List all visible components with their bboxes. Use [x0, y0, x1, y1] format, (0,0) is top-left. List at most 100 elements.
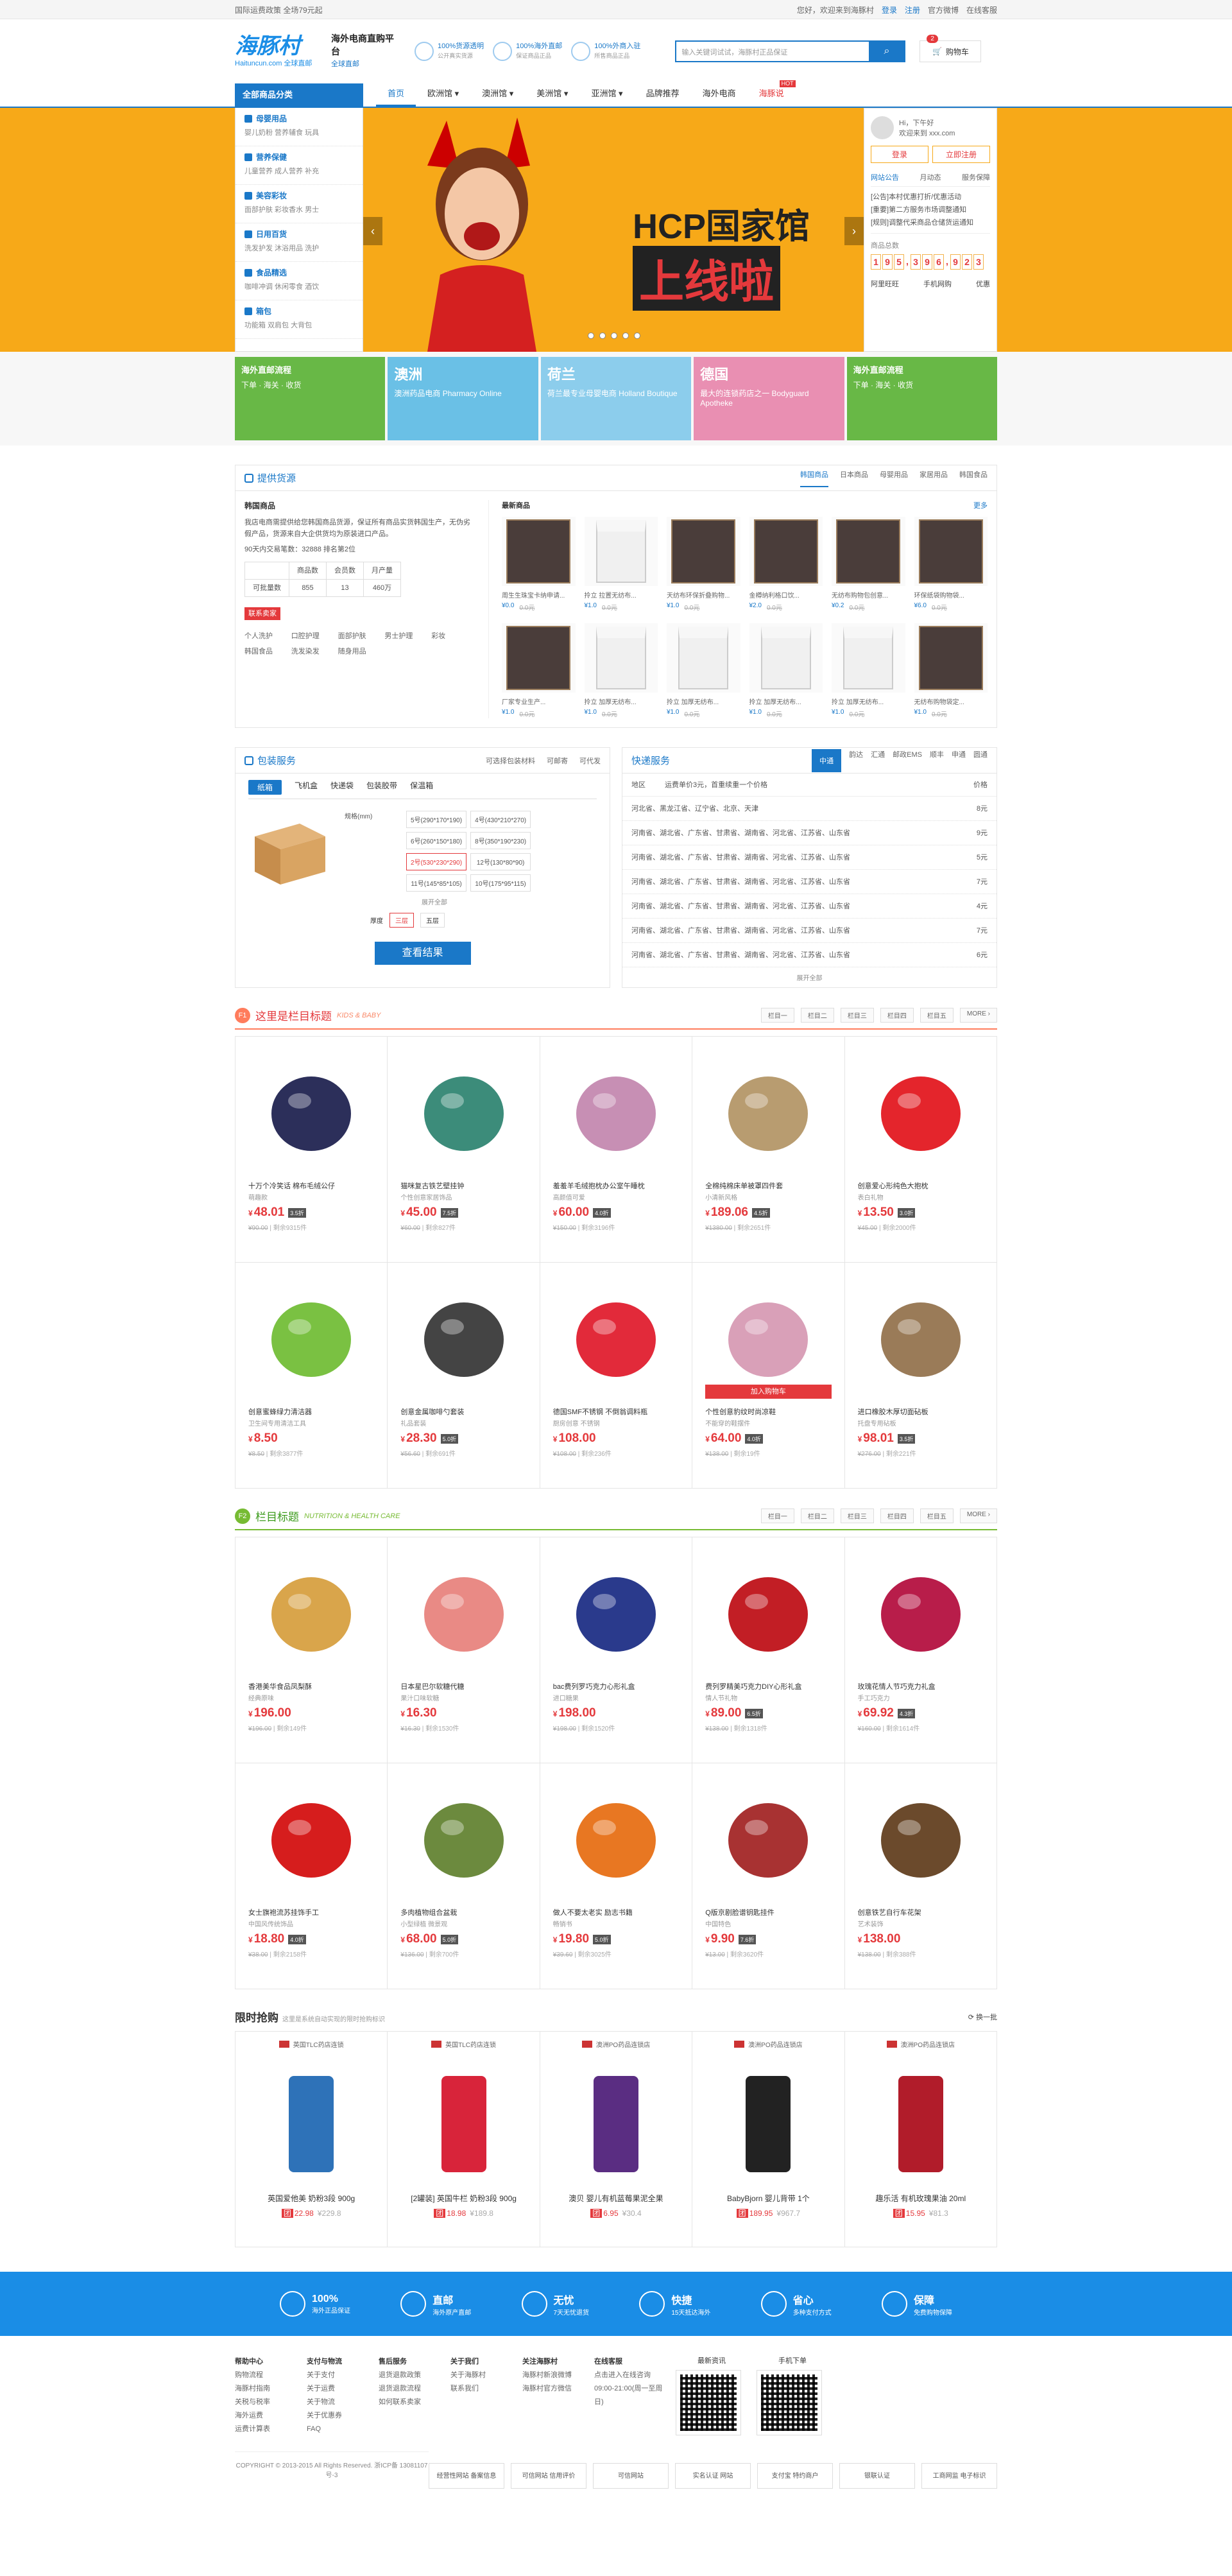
courier-tab[interactable]: 申通 — [952, 749, 966, 772]
footer-link[interactable]: 海外运费 — [235, 2409, 307, 2423]
product-image[interactable] — [749, 517, 823, 586]
nav-haitunshuo[interactable]: 海豚说 HOT — [748, 80, 796, 107]
register-link[interactable]: 注册 — [905, 4, 920, 15]
footer-link[interactable]: 09:00-21:00(周一至周日) — [594, 2382, 666, 2409]
product-image[interactable] — [584, 517, 658, 586]
product-name[interactable]: Q版京剧脸谱钥匙挂件 — [705, 1907, 831, 1917]
product-image[interactable] — [858, 1275, 984, 1397]
latest-product[interactable]: 天纺布环保折叠购物... ¥1.0 0.0元 — [667, 517, 740, 612]
product-image[interactable] — [705, 1550, 831, 1672]
size-option[interactable]: 11号(145*85*105) — [406, 874, 467, 892]
qr-code[interactable] — [757, 2370, 822, 2435]
supply-tab[interactable]: 日本商品 — [840, 469, 868, 487]
pack-tab[interactable]: 飞机盒 — [295, 780, 318, 795]
pack-tab[interactable]: 快递袋 — [330, 780, 354, 795]
product-name[interactable]: [2罐装] 英国牛栏 奶粉3段 900g — [395, 2193, 531, 2204]
floor-link[interactable]: 栏目一 — [760, 1008, 794, 1023]
product-name[interactable]: 无纺布购物袋定... — [914, 696, 988, 706]
panel-login-button[interactable]: 登录 — [871, 146, 928, 163]
product-name[interactable]: 环保纸袋购物袋... — [914, 590, 988, 600]
footer-link[interactable]: 关于海豚村 — [450, 2369, 522, 2382]
product-card[interactable]: 多肉植物组合盆栽小型绿植 微景观 68.005.0折 ¥136.00 | 剩余700… — [388, 1763, 540, 1989]
courier-tab[interactable]: 汇通 — [871, 749, 885, 772]
floor-link[interactable]: 栏目三 — [840, 1508, 874, 1523]
courier-tab[interactable]: 顺丰 — [930, 749, 944, 772]
cert-badge[interactable]: 银联认证 — [839, 2463, 915, 2489]
cert-badge[interactable]: 经营性网站 备案信息 — [429, 2463, 504, 2489]
product-image[interactable] — [584, 623, 658, 693]
floor-link[interactable]: 栏目二 — [800, 1008, 834, 1023]
product-card[interactable]: 费列罗精美巧克力DIY心形礼盒情人节礼物 89.006.5折 ¥138.00 | 剩… — [692, 1537, 845, 1763]
floor-link[interactable]: 栏目三 — [840, 1008, 874, 1023]
footer-link[interactable]: 关于支付 — [307, 2369, 379, 2382]
product-card[interactable]: 创意金属咖啡勺套装礼品套装 28.305.0折 ¥56.60 | 剩余691件 — [388, 1263, 540, 1489]
product-image[interactable] — [700, 2057, 836, 2185]
latest-product[interactable]: 拎立 加厚无纺布... ¥1.0 0.0元 — [584, 623, 658, 718]
product-name[interactable]: 金樽纳利格口饮... — [749, 590, 823, 600]
product-name[interactable]: 澳贝 婴儿有机蓝莓果泥全果 — [548, 2193, 684, 2204]
product-name[interactable]: 十万个冷笑话 棉布毛绒公仔 — [248, 1180, 374, 1191]
product-card[interactable]: 创意爱心形纯色大抱枕表白礼物 13.503.0折 ¥45.00 | 剩余2000件 — [844, 1037, 997, 1263]
product-card[interactable]: bac费列罗巧克力心形礼盒进口糖果 198.00 ¥198.00 | 剩余1520件 — [540, 1537, 693, 1763]
flash-item[interactable]: 英国TLC药店连锁 英国爱他美 奶粉3段 900g 团 22.98 ¥229.8 — [235, 2032, 388, 2247]
login-link[interactable]: 登录 — [882, 4, 897, 15]
footer-link[interactable]: 关于优惠券 — [307, 2409, 379, 2423]
nav-brands[interactable]: 品牌推荐 — [635, 83, 691, 107]
product-name[interactable]: 拎立 加厚无纺布... — [832, 696, 905, 706]
service-item[interactable]: 直邮 海外原产直邮 — [400, 2291, 471, 2317]
product-card[interactable]: 十万个冷笑话 棉布毛绒公仔萌趣款 48.013.5折 ¥90.00 | 剩余9315… — [235, 1037, 388, 1263]
product-image[interactable] — [248, 1776, 374, 1898]
product-image[interactable] — [400, 1550, 526, 1672]
pack-tab[interactable]: 包装胶带 — [366, 780, 397, 795]
footer-link[interactable]: 联系我们 — [450, 2382, 522, 2396]
tag-link[interactable]: 彩妆 — [431, 630, 475, 642]
dot[interactable] — [599, 333, 606, 339]
floor-link[interactable]: 栏目四 — [880, 1508, 914, 1523]
product-image[interactable] — [548, 2057, 684, 2185]
service-item[interactable]: 无忧 7天无忧退货 — [521, 2291, 589, 2317]
dot[interactable] — [588, 333, 594, 339]
product-image[interactable] — [400, 1050, 526, 1171]
product-card[interactable]: 香港美华食品凤梨酥经典原味 196.00 ¥196.00 | 剩余149件 — [235, 1537, 388, 1763]
product-name[interactable]: 创意金属咖啡勺套装 — [400, 1406, 526, 1417]
product-card[interactable]: 日本星巴尔软糖代糖果汁口味软糖 16.30 ¥16.30 | 剩余1530件 — [388, 1537, 540, 1763]
flash-item[interactable]: 澳洲PO药品连锁店 澳贝 婴儿有机蓝莓果泥全果团 6.95 ¥30.4 — [540, 2032, 693, 2247]
tab-guarantee[interactable]: 服务保障 — [962, 172, 990, 182]
contact-seller-button[interactable]: 联系卖家 — [244, 607, 280, 620]
nav-home[interactable]: 首页 — [376, 83, 416, 107]
tag-link[interactable]: 个人洗护 — [244, 630, 289, 642]
footer-link[interactable]: 购物流程 — [235, 2369, 307, 2382]
footer-link[interactable]: 退货退款流程 — [379, 2382, 450, 2396]
courier-tab[interactable]: 中通 — [812, 748, 842, 772]
category-block[interactable]: 营养保健 儿童营养 成人营养 补充 — [235, 146, 363, 185]
latest-product[interactable]: 拎立 加厚无纺布... ¥1.0 0.0元 — [832, 623, 905, 718]
latest-product[interactable]: 无纺布购物包创意... ¥0.2 0.0元 — [832, 517, 905, 612]
product-card[interactable]: 加入购物车个性创意豹纹时尚凉鞋不能穿的鞋摆件 64.004.0折 ¥138.00 |… — [692, 1263, 845, 1489]
supply-tab[interactable]: 韩国食品 — [959, 469, 988, 487]
product-card[interactable]: 全棉纯棉床单被罩四件套小清新风格 189.06 4.5折 ¥1380.00 | 剩余2… — [692, 1037, 845, 1263]
product-image[interactable] — [553, 1050, 679, 1171]
footer-link[interactable]: 关税与税率 — [235, 2396, 307, 2409]
courier-tab[interactable]: 邮政EMS — [893, 749, 922, 772]
size-option[interactable]: 12号(130*80*90) — [470, 853, 531, 870]
tag-link[interactable]: 随身用品 — [338, 646, 382, 657]
category-block[interactable]: 母婴用品 婴儿奶粉 营养辅食 玩具 — [235, 108, 363, 146]
footer-link[interactable]: 点击进入在线咨询 — [594, 2369, 666, 2382]
product-image[interactable] — [248, 1550, 374, 1672]
floor-link[interactable]: 栏目五 — [920, 1008, 954, 1023]
footer-link[interactable]: 海豚村新浪微博 — [522, 2369, 594, 2382]
promo-process[interactable]: 海外直邮流程 下单 · 海关 · 收货 — [235, 357, 386, 440]
size-option[interactable]: 2号(530*230*290) — [406, 853, 467, 870]
latest-product[interactable]: 金樽纳利格口饮... ¥2.0 0.0元 — [749, 517, 823, 612]
pack-link[interactable]: 可选择包装材料 — [486, 756, 535, 766]
cert-badge[interactable]: 可信网站 — [593, 2463, 669, 2489]
product-name[interactable]: 全棉纯棉床单被罩四件套 — [705, 1180, 831, 1191]
size-option[interactable]: 4号(430*210*270) — [470, 811, 531, 828]
footer-link[interactable]: 海豚村指南 — [235, 2382, 307, 2396]
product-image[interactable] — [667, 623, 740, 693]
product-name[interactable]: 做人不要太老实 励志书籍 — [553, 1907, 679, 1917]
footer-link[interactable]: 海豚村官方微信 — [522, 2382, 594, 2396]
latest-product[interactable]: 拎立 加厚无纺布... ¥1.0 0.0元 — [749, 623, 823, 718]
thickness-option[interactable]: 五层 — [420, 913, 445, 928]
search-button[interactable]: ⌕ — [869, 42, 905, 61]
